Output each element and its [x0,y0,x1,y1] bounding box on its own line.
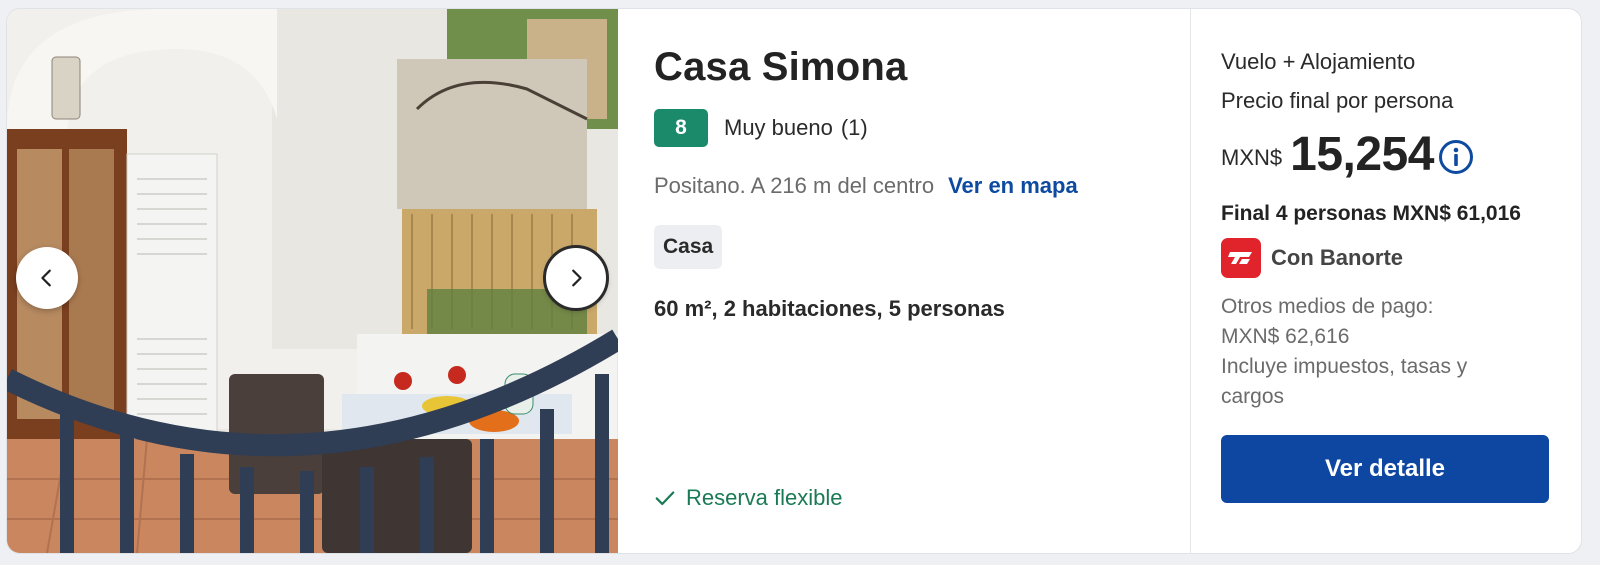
price-row: MXN$ 15,254 [1221,127,1474,182]
banorte-logo-icon [1221,238,1261,278]
other-payment-line: cargos [1221,385,1285,408]
other-payment-line: Incluye impuestos, tasas y [1221,355,1468,378]
info-icon[interactable] [1438,139,1474,175]
per-person-label: Precio final por persona [1221,88,1454,113]
flexible-booking: Reserva flexible [654,485,843,511]
property-image [7,9,618,553]
other-payment-info: Otros medios de pago: MXN$ 62,616 Incluy… [1221,292,1551,412]
chevron-right-icon [572,269,582,287]
property-type-chip: Casa [654,225,723,269]
price-currency: MXN$ [1221,144,1283,170]
total-price: Final 4 personas MXN$ 61,016 [1221,202,1521,225]
property-specs: 60 m², 2 habitaciones, 5 personas [654,296,1005,321]
property-info: Casa Simona 8 Muy bueno (1) Positano. A … [618,9,1190,553]
rating-row: 8 Muy bueno (1) [654,109,868,147]
other-payment-line: Otros medios de pago: [1221,295,1434,318]
rating-label: Muy bueno [724,115,833,140]
package-label: Vuelo + Alojamiento [1221,49,1416,74]
chevron-left-icon [41,269,51,287]
view-detail-button[interactable]: Ver detalle [1221,435,1549,503]
property-title[interactable]: Casa Simona [654,45,907,90]
location-row: Positano. A 216 m del centro Ver en mapa [654,173,1078,199]
property-card[interactable]: Casa Simona 8 Muy bueno (1) Positano. A … [6,8,1582,554]
checkmark-icon [655,491,675,506]
flexible-booking-label: Reserva flexible [686,485,843,510]
location-text: Positano. A 216 m del centro [654,173,935,198]
photo-next-button[interactable] [543,245,609,311]
review-count: (1) [840,115,868,140]
price-panel: Vuelo + Alojamiento Precio final por per… [1191,9,1581,553]
view-map-link[interactable]: Ver en mapa [948,173,1078,199]
photo-prev-button[interactable] [16,247,78,309]
bank-label: Con Banorte [1271,245,1403,270]
bank-row: Con Banorte [1221,238,1403,278]
property-photo[interactable] [7,9,618,553]
price-amount: 15,254 [1290,128,1434,181]
rating-score-badge: 8 [654,109,708,147]
other-payment-line: MXN$ 62,616 [1221,325,1350,348]
